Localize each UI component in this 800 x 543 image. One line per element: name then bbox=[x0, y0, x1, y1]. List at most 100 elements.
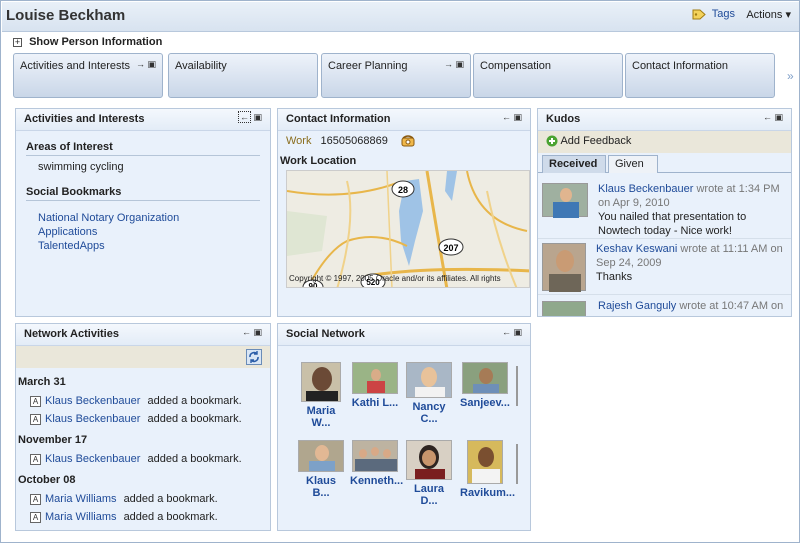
move-right-icon[interactable]: → bbox=[444, 59, 453, 69]
network-person[interactable]: Maria W... bbox=[296, 362, 346, 429]
network-person[interactable]: Laura D... bbox=[404, 440, 454, 507]
avatar[interactable] bbox=[542, 183, 588, 218]
panel-title: Social Network bbox=[286, 328, 365, 340]
tab-contact-information[interactable]: Contact Information bbox=[625, 53, 775, 98]
activity-text: added a bookmark. bbox=[147, 413, 242, 425]
activity-user-link[interactable]: Maria Williams bbox=[45, 493, 117, 505]
tag-icon bbox=[692, 9, 706, 20]
tags-link[interactable]: Tags bbox=[692, 8, 735, 20]
network-person[interactable]: Nancy C... bbox=[404, 362, 454, 425]
activity-user-link[interactable]: Klaus Beckenbauer bbox=[45, 453, 140, 465]
maximize-icon[interactable]: ▣ bbox=[513, 327, 522, 337]
move-right-icon[interactable]: → bbox=[136, 59, 145, 69]
person-name-link[interactable]: Sanjeev... bbox=[460, 397, 510, 409]
route-shield: 207 bbox=[438, 238, 464, 256]
person-name-link[interactable]: Ravikum... bbox=[460, 487, 515, 499]
more-tabs-icon[interactable]: » bbox=[787, 69, 794, 83]
work-label: Work bbox=[286, 135, 312, 147]
person-photo[interactable] bbox=[406, 440, 452, 480]
maximize-icon[interactable]: ▣ bbox=[253, 327, 262, 337]
activity-row: A Maria Williams added a bookmark. bbox=[18, 490, 270, 508]
person-photo[interactable] bbox=[298, 440, 344, 472]
person-photo[interactable] bbox=[462, 362, 508, 394]
activity-date: November 17 bbox=[18, 434, 88, 446]
panel-controls[interactable]: ← ▣ bbox=[237, 111, 262, 123]
person-name-link[interactable]: Kathi L... bbox=[350, 397, 400, 409]
person-photo[interactable] bbox=[301, 362, 341, 402]
tab-received[interactable]: Received bbox=[542, 155, 606, 173]
show-person-info-toggle[interactable]: + Show Person Information bbox=[13, 36, 162, 48]
kudos-author-link[interactable]: Klaus Beckenbauer bbox=[598, 183, 693, 195]
activity-user-link[interactable]: Klaus Beckenbauer bbox=[45, 395, 140, 407]
panel-header: Social Network ← ▣ bbox=[278, 324, 530, 346]
areas-value: swimming cycling bbox=[38, 161, 124, 173]
actions-menu[interactable]: Actions ▾ bbox=[746, 8, 791, 21]
location-map[interactable]: 28 207 520 90 Copyright © 1997, 2005 Ora… bbox=[286, 170, 530, 288]
kudos-item: Keshav Keswani wrote at 11:11 AM on Sep … bbox=[538, 239, 791, 295]
move-left-icon[interactable]: ← bbox=[502, 112, 511, 122]
maximize-icon[interactable]: ▣ bbox=[147, 59, 156, 69]
bookmark-link[interactable]: National Notary Organization bbox=[38, 211, 270, 225]
move-left-icon[interactable]: ← bbox=[502, 327, 511, 337]
panel-title: Kudos bbox=[546, 113, 581, 125]
panel-controls[interactable]: ← ▣ bbox=[763, 112, 783, 123]
activity-text: added a bookmark. bbox=[147, 453, 242, 465]
tab-career-planning[interactable]: Career Planning → ▣ bbox=[321, 53, 471, 98]
person-photo[interactable] bbox=[406, 362, 452, 398]
activities-panel: Activities and Interests ← ▣ Areas of In… bbox=[15, 108, 271, 317]
network-person[interactable]: Sanjeev... bbox=[460, 362, 510, 409]
scroll-indicator[interactable] bbox=[516, 366, 518, 406]
route-shield: 28 bbox=[391, 180, 415, 198]
tab-controls[interactable]: → ▣ bbox=[444, 59, 464, 70]
tab-availability[interactable]: Availability bbox=[168, 53, 318, 98]
scroll-indicator[interactable] bbox=[516, 444, 518, 484]
move-left-icon[interactable]: ← bbox=[763, 112, 772, 122]
work-location-heading: Work Location bbox=[280, 155, 357, 167]
avatar[interactable] bbox=[542, 301, 586, 316]
person-photo[interactable] bbox=[467, 440, 503, 484]
activity-date: October 08 bbox=[18, 474, 76, 486]
bookmark-icon: A bbox=[30, 413, 41, 425]
bookmark-link[interactable]: TalentedApps bbox=[38, 239, 270, 253]
tab-label: Availability bbox=[175, 60, 227, 72]
section-tabstrip: Activities and Interests → ▣ Availabilit… bbox=[13, 53, 800, 98]
kudos-author-link[interactable]: Keshav Keswani bbox=[596, 243, 677, 255]
tab-controls[interactable]: → ▣ bbox=[136, 59, 156, 70]
panel-header: Contact Information ← ▣ bbox=[278, 109, 530, 131]
panel-controls[interactable]: ← ▣ bbox=[502, 112, 522, 123]
network-person[interactable]: Ravikum... bbox=[460, 440, 515, 499]
maximize-icon[interactable]: ▣ bbox=[455, 59, 464, 69]
avatar[interactable] bbox=[542, 243, 586, 292]
kudos-author-link[interactable]: Rajesh Ganguly bbox=[598, 300, 676, 312]
person-name-link[interactable]: Maria W... bbox=[296, 405, 346, 429]
panel-controls[interactable]: ← ▣ bbox=[242, 327, 262, 338]
move-left-icon[interactable]: ← bbox=[242, 327, 251, 337]
network-person[interactable]: Kathi L... bbox=[350, 362, 400, 409]
network-person[interactable]: Kenneth... bbox=[350, 440, 403, 487]
activity-user-link[interactable]: Klaus Beckenbauer bbox=[45, 413, 140, 425]
person-name-link[interactable]: Kenneth... bbox=[350, 475, 403, 487]
maximize-icon[interactable]: ▣ bbox=[253, 112, 262, 122]
tab-activities-and-interests[interactable]: Activities and Interests → ▣ bbox=[13, 53, 163, 98]
phone-icon[interactable] bbox=[401, 135, 415, 147]
panel-header: Kudos ← ▣ bbox=[538, 109, 791, 131]
tab-given[interactable]: Given bbox=[608, 155, 658, 173]
add-feedback-button[interactable]: Add Feedback bbox=[538, 131, 791, 153]
person-photo[interactable] bbox=[352, 440, 398, 472]
person-name-link[interactable]: Nancy C... bbox=[404, 401, 454, 425]
activity-user-link[interactable]: Maria Williams bbox=[45, 511, 117, 523]
panel-controls[interactable]: ← ▣ bbox=[502, 327, 522, 338]
bookmark-link[interactable]: Applications bbox=[38, 225, 270, 239]
maximize-icon[interactable]: ▣ bbox=[513, 112, 522, 122]
network-person[interactable]: Klaus B... bbox=[296, 440, 346, 499]
maximize-icon[interactable]: ▣ bbox=[774, 112, 783, 122]
refresh-icon[interactable] bbox=[246, 349, 262, 365]
person-name-link[interactable]: Klaus B... bbox=[296, 475, 346, 499]
panel-title: Contact Information bbox=[286, 113, 391, 125]
person-name-link[interactable]: Laura D... bbox=[404, 483, 454, 507]
move-left-icon[interactable]: ← bbox=[237, 111, 251, 123]
kudos-message: Thanks bbox=[596, 271, 633, 283]
tab-compensation[interactable]: Compensation bbox=[473, 53, 623, 98]
person-photo[interactable] bbox=[352, 362, 398, 394]
activity-row: A Klaus Beckenbauer added a bookmark. bbox=[18, 392, 270, 410]
